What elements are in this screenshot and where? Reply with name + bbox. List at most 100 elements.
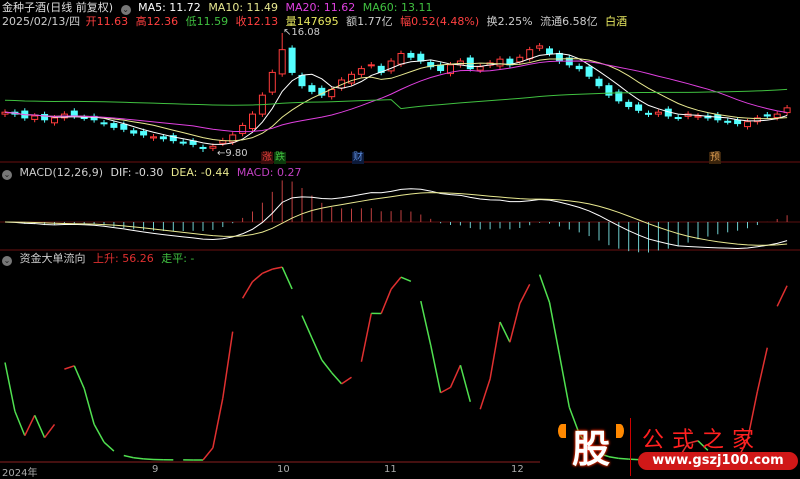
flow-down-segment bbox=[559, 355, 569, 408]
candle-body bbox=[586, 67, 592, 76]
horn-icon bbox=[616, 424, 624, 438]
flow-up-segment bbox=[480, 379, 490, 409]
flow-down-segment bbox=[94, 424, 104, 442]
candle-body bbox=[745, 122, 751, 127]
marker-forecast[interactable]: 预 bbox=[709, 152, 721, 164]
x-axis-label: 11 bbox=[384, 464, 397, 475]
flow-down-segment bbox=[322, 360, 332, 373]
chart-canvas[interactable] bbox=[0, 0, 800, 476]
candle-body bbox=[547, 49, 553, 54]
low-price-label: ←9.80 bbox=[216, 148, 249, 160]
candle-body bbox=[477, 67, 483, 70]
dea-line bbox=[5, 193, 787, 246]
flow-up-segment bbox=[342, 377, 352, 384]
flow-down-segment bbox=[124, 456, 134, 458]
candle-body bbox=[299, 75, 305, 85]
candle-body bbox=[111, 124, 117, 128]
candle-body bbox=[675, 118, 681, 119]
candle-body bbox=[408, 53, 414, 57]
candle-body bbox=[735, 120, 741, 123]
flow-up-segment bbox=[391, 277, 401, 289]
flow-down-segment bbox=[540, 275, 550, 303]
macd-dea: DEA: -0.44 bbox=[171, 166, 229, 179]
candle-body bbox=[556, 53, 562, 61]
flow-down-segment bbox=[134, 458, 144, 459]
x-axis-label: 2024年 bbox=[2, 464, 37, 479]
candle-body bbox=[269, 72, 275, 92]
candle-body bbox=[764, 115, 770, 116]
candle-body bbox=[309, 86, 315, 92]
candle-body bbox=[398, 53, 404, 64]
flow-up-segment bbox=[243, 282, 253, 299]
high-price-label: ↖16.08 bbox=[282, 27, 321, 39]
flow-down-segment bbox=[460, 365, 470, 402]
watermark-logo: 股 公式之家 www.gszj100.com bbox=[558, 418, 800, 476]
flow-up-segment bbox=[223, 332, 233, 399]
flow-up-segment bbox=[262, 269, 272, 273]
flow-up-segment bbox=[45, 424, 55, 437]
candle-body bbox=[32, 116, 38, 119]
dif-line bbox=[5, 189, 787, 249]
flow-title: 资金大单流向 bbox=[20, 252, 86, 265]
chevron-down-icon[interactable]: ⌄ bbox=[2, 170, 12, 180]
flow-up-segment bbox=[381, 289, 391, 313]
flow-up-segment bbox=[213, 398, 223, 448]
flow-up-segment bbox=[757, 348, 767, 392]
candle-body bbox=[141, 132, 147, 135]
macd-value: MACD: 0.27 bbox=[237, 166, 302, 179]
macd-title: MACD(12,26,9) bbox=[20, 166, 104, 179]
candle-body bbox=[210, 146, 216, 148]
flow-up-segment bbox=[64, 366, 74, 369]
flow-down-segment bbox=[401, 277, 411, 281]
candle-body bbox=[655, 112, 661, 114]
candle-body bbox=[358, 69, 364, 75]
flow-down-segment bbox=[144, 459, 154, 460]
logo-horns-char: 股 bbox=[564, 426, 618, 472]
flow-down-segment bbox=[5, 363, 15, 412]
marker-finance[interactable]: 财 bbox=[352, 152, 364, 164]
candle-body bbox=[527, 50, 533, 59]
flow-down-segment bbox=[302, 316, 312, 338]
candle-body bbox=[200, 147, 206, 148]
candle-body bbox=[180, 142, 186, 143]
candle-body bbox=[289, 48, 295, 72]
candle-body bbox=[151, 137, 157, 138]
candle-body bbox=[646, 113, 652, 114]
x-axis-label: 9 bbox=[152, 464, 158, 475]
flow-up-segment bbox=[451, 365, 461, 387]
logo-url: www.gszj100.com bbox=[638, 452, 798, 470]
candle-body bbox=[626, 102, 632, 106]
x-axis-label: 10 bbox=[277, 464, 290, 475]
candle-body bbox=[279, 50, 285, 74]
candle-body bbox=[121, 124, 127, 129]
candle-body bbox=[576, 66, 582, 68]
flow-up-segment bbox=[490, 322, 500, 379]
horn-icon bbox=[558, 424, 566, 438]
candle-body bbox=[101, 123, 107, 124]
flow-down-segment bbox=[332, 373, 342, 384]
flow-up-segment bbox=[520, 284, 530, 303]
candle-body bbox=[52, 118, 58, 123]
flow-flat: 走平: - bbox=[161, 252, 194, 265]
candle-body bbox=[240, 125, 246, 133]
logo-divider bbox=[630, 418, 631, 476]
marker-fall[interactable]: 跌 bbox=[274, 152, 286, 164]
flow-down-segment bbox=[550, 302, 560, 354]
x-axis-label: 12 bbox=[511, 464, 524, 475]
flow-down-segment bbox=[35, 415, 45, 437]
marker-rise[interactable]: 涨 bbox=[261, 152, 273, 164]
candle-body bbox=[636, 105, 642, 110]
flow-down-segment bbox=[421, 301, 431, 345]
candle-body bbox=[497, 59, 503, 66]
flow-down-segment bbox=[312, 338, 322, 360]
candle-body bbox=[725, 121, 731, 122]
flow-down-segment bbox=[15, 411, 25, 435]
candle-body bbox=[160, 137, 166, 139]
flow-up-segment bbox=[272, 267, 282, 269]
chevron-down-icon[interactable]: ⌄ bbox=[2, 256, 12, 266]
flow-up-segment bbox=[203, 448, 213, 460]
candle-body bbox=[71, 111, 77, 116]
flow-up-segment bbox=[25, 415, 35, 435]
flow-down-segment bbox=[431, 345, 441, 393]
candle-body bbox=[616, 92, 622, 101]
